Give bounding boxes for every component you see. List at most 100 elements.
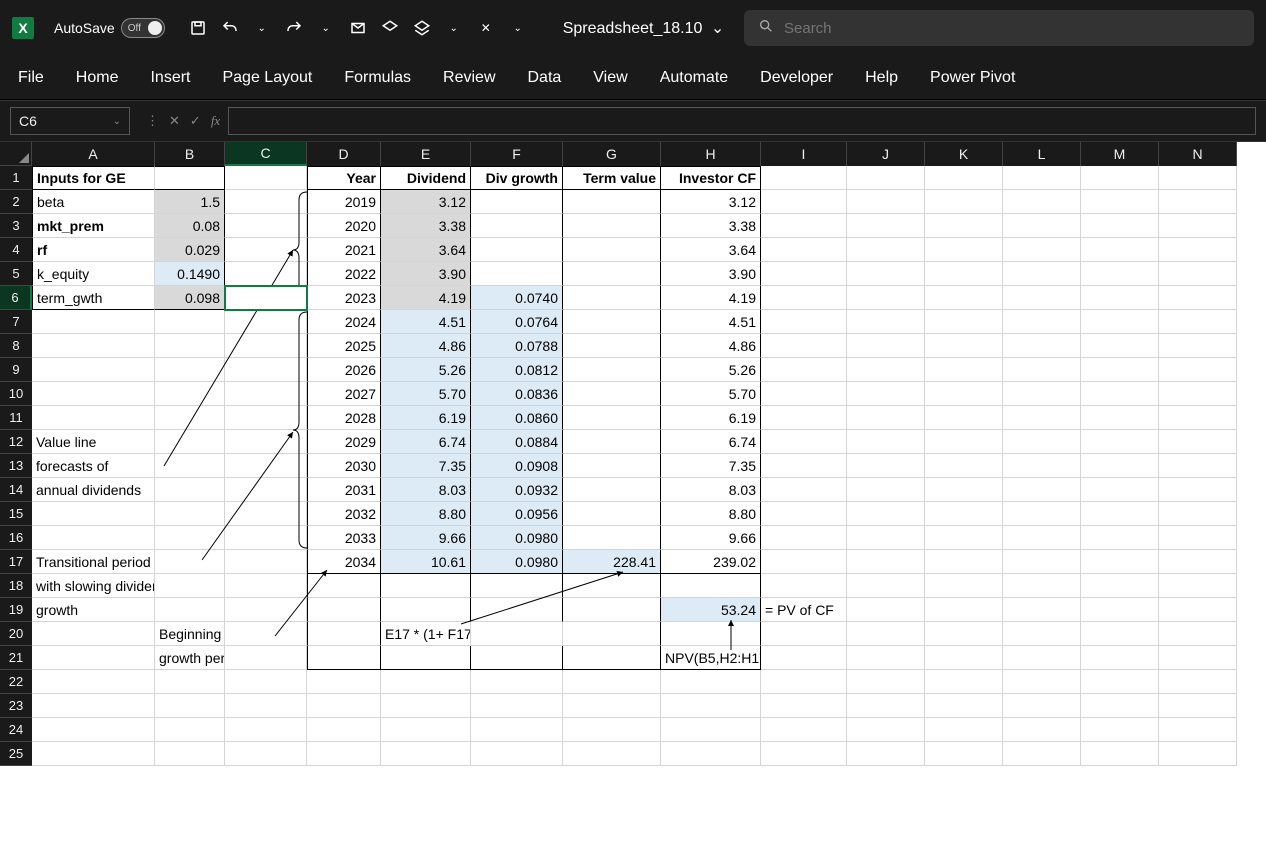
cell-I8[interactable] <box>761 334 847 358</box>
cell-C5[interactable] <box>225 262 307 286</box>
cell-L18[interactable] <box>1003 574 1081 598</box>
cell-B22[interactable] <box>155 670 225 694</box>
cell-A5[interactable]: k_equity <box>32 262 155 286</box>
cell-D9[interactable]: 2026 <box>307 358 381 382</box>
cell-H4[interactable]: 3.64 <box>661 238 761 262</box>
cell-E8[interactable]: 4.86 <box>381 334 471 358</box>
cell-N19[interactable] <box>1159 598 1237 622</box>
cell-H18[interactable] <box>661 574 761 598</box>
col-header-F[interactable]: F <box>471 142 563 166</box>
cell-G5[interactable] <box>563 262 661 286</box>
cell-D17[interactable]: 2034 <box>307 550 381 574</box>
cell-J13[interactable] <box>847 454 925 478</box>
cell-D24[interactable] <box>307 718 381 742</box>
cell-A15[interactable] <box>32 502 155 526</box>
cell-G7[interactable] <box>563 310 661 334</box>
cell-J14[interactable] <box>847 478 925 502</box>
cell-H21[interactable]: NPV(B5,H2:H17) <box>661 646 761 670</box>
cell-C20[interactable] <box>225 622 307 646</box>
cell-K16[interactable] <box>925 526 1003 550</box>
cell-H3[interactable]: 3.38 <box>661 214 761 238</box>
cell-A25[interactable] <box>32 742 155 766</box>
cell-J22[interactable] <box>847 670 925 694</box>
cell-B16[interactable] <box>155 526 225 550</box>
cell-C3[interactable] <box>225 214 307 238</box>
cell-E24[interactable] <box>381 718 471 742</box>
cell-N12[interactable] <box>1159 430 1237 454</box>
cell-G14[interactable] <box>563 478 661 502</box>
cell-A18[interactable]: with slowing dividend <box>32 574 155 598</box>
cell-J11[interactable] <box>847 406 925 430</box>
cell-M17[interactable] <box>1081 550 1159 574</box>
search-input[interactable] <box>784 20 1240 37</box>
cell-K2[interactable] <box>925 190 1003 214</box>
undo-icon[interactable] <box>221 19 239 37</box>
document-title[interactable]: Spreadsheet_18.10 ⌄ <box>563 18 725 38</box>
cell-N2[interactable] <box>1159 190 1237 214</box>
cell-C25[interactable] <box>225 742 307 766</box>
cell-J19[interactable] <box>847 598 925 622</box>
cell-C2[interactable] <box>225 190 307 214</box>
cell-F5[interactable] <box>471 262 563 286</box>
cell-C11[interactable] <box>225 406 307 430</box>
cell-E11[interactable]: 6.19 <box>381 406 471 430</box>
cell-M21[interactable] <box>1081 646 1159 670</box>
cell-K15[interactable] <box>925 502 1003 526</box>
cell-A3[interactable]: mkt_prem <box>32 214 155 238</box>
cell-A20[interactable] <box>32 622 155 646</box>
cell-H13[interactable]: 7.35 <box>661 454 761 478</box>
row-header-13[interactable]: 13 <box>0 454 32 478</box>
cell-D3[interactable]: 2020 <box>307 214 381 238</box>
cell-C18[interactable] <box>225 574 307 598</box>
save-icon[interactable] <box>189 19 207 37</box>
cell-H6[interactable]: 4.19 <box>661 286 761 310</box>
cell-B25[interactable] <box>155 742 225 766</box>
cell-I14[interactable] <box>761 478 847 502</box>
cell-B5[interactable]: 0.1490 <box>155 262 225 286</box>
cell-A13[interactable]: forecasts of <box>32 454 155 478</box>
cell-J7[interactable] <box>847 310 925 334</box>
cell-C7[interactable] <box>225 310 307 334</box>
col-header-I[interactable]: I <box>761 142 847 166</box>
cell-A11[interactable] <box>32 406 155 430</box>
cell-C4[interactable] <box>225 238 307 262</box>
undo-dropdown-icon[interactable]: ⌄ <box>253 19 271 37</box>
cell-B15[interactable] <box>155 502 225 526</box>
cell-F12[interactable]: 0.0884 <box>471 430 563 454</box>
cell-A2[interactable]: beta <box>32 190 155 214</box>
cell-C12[interactable] <box>225 430 307 454</box>
col-header-B[interactable]: B <box>155 142 225 166</box>
cell-C17[interactable] <box>225 550 307 574</box>
cell-L6[interactable] <box>1003 286 1081 310</box>
cell-C15[interactable] <box>225 502 307 526</box>
cell-B18[interactable] <box>155 574 225 598</box>
cell-K6[interactable] <box>925 286 1003 310</box>
cell-J9[interactable] <box>847 358 925 382</box>
cell-G8[interactable] <box>563 334 661 358</box>
search-box[interactable] <box>744 10 1254 46</box>
cell-D11[interactable]: 2028 <box>307 406 381 430</box>
cell-F11[interactable]: 0.0860 <box>471 406 563 430</box>
cell-L4[interactable] <box>1003 238 1081 262</box>
qat-icon-2[interactable] <box>381 19 399 37</box>
cell-G21[interactable] <box>563 646 661 670</box>
cell-D4[interactable]: 2021 <box>307 238 381 262</box>
col-header-E[interactable]: E <box>381 142 471 166</box>
qat-icon-1[interactable] <box>349 19 367 37</box>
cell-M7[interactable] <box>1081 310 1159 334</box>
col-header-A[interactable]: A <box>32 142 155 166</box>
cell-E4[interactable]: 3.64 <box>381 238 471 262</box>
cell-D21[interactable] <box>307 646 381 670</box>
cell-M24[interactable] <box>1081 718 1159 742</box>
cell-F7[interactable]: 0.0764 <box>471 310 563 334</box>
tab-developer[interactable]: Developer <box>760 69 833 87</box>
cell-I6[interactable] <box>761 286 847 310</box>
row-header-16[interactable]: 16 <box>0 526 32 550</box>
cell-B1[interactable] <box>155 166 225 190</box>
cell-F3[interactable] <box>471 214 563 238</box>
row-header-9[interactable]: 9 <box>0 358 32 382</box>
cell-B20[interactable]: Beginning of constant <box>155 622 225 646</box>
cell-D16[interactable]: 2033 <box>307 526 381 550</box>
cell-G17[interactable]: 228.41 <box>563 550 661 574</box>
qat-overflow-icon[interactable]: ⌄ <box>509 19 527 37</box>
